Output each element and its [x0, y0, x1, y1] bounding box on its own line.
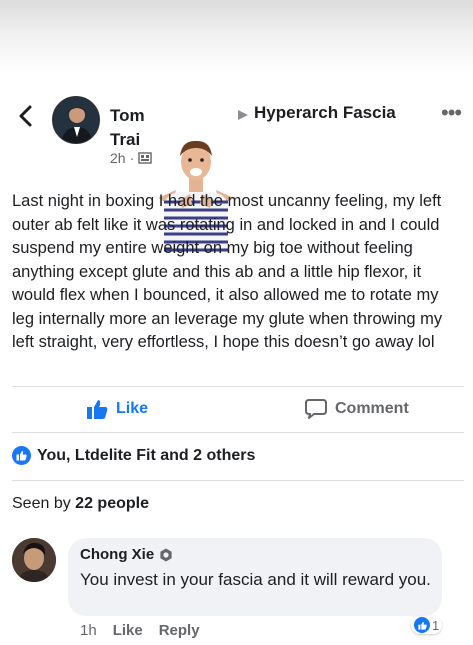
author-avatar[interactable]	[52, 96, 100, 144]
comment-reply-button[interactable]: Reply	[159, 622, 200, 639]
comment-text: You invest in your fascia and it will re…	[80, 570, 431, 589]
triangle-right-icon	[238, 110, 248, 120]
comment-bubble-icon	[305, 399, 327, 419]
comment-reaction-count[interactable]: 1	[411, 616, 443, 634]
top-fade	[0, 0, 473, 74]
reactions-summary[interactable]: You, Ltdelite Fit and 2 others	[12, 446, 255, 465]
post-body-text: Last night in boxing I had the most unca…	[12, 192, 443, 351]
seen-by[interactable]: Seen by 22 people	[12, 495, 149, 513]
badge-icon	[160, 548, 172, 561]
post-header: Tom Trai 2h · Hyperarch Fascia •••	[0, 92, 473, 252]
comment-bubble[interactable]: Chong Xie You invest in your fascia and …	[68, 538, 442, 616]
divider	[12, 480, 464, 481]
post-meta: 2h ·	[110, 150, 152, 166]
commenter-name[interactable]: Chong Xie	[80, 546, 173, 563]
comment-label: Comment	[335, 400, 409, 417]
back-arrow-icon[interactable]	[16, 104, 36, 128]
commenter-avatar[interactable]	[12, 538, 56, 582]
comment-meta: 1h Like Reply	[80, 622, 200, 639]
more-options-icon[interactable]: •••	[441, 102, 462, 124]
like-button[interactable]: Like	[86, 398, 148, 420]
comment-button[interactable]: Comment	[305, 398, 409, 420]
group-name[interactable]: Hyperarch Fascia	[254, 103, 396, 123]
comment-time: 1h	[80, 622, 97, 639]
thumbs-up-icon	[87, 400, 108, 419]
post-action-bar: Like Comment	[0, 388, 473, 432]
divider	[12, 386, 464, 387]
post-time: 2h	[110, 150, 126, 166]
seen-count: 22 people	[75, 495, 149, 512]
like-reaction-icon	[414, 617, 430, 633]
reactions-text: You, Ltdelite Fit and 2 others	[37, 446, 256, 464]
like-label: Like	[116, 400, 149, 417]
like-reaction-icon	[12, 446, 31, 465]
comment-like-button[interactable]: Like	[113, 622, 143, 639]
divider	[12, 432, 464, 433]
